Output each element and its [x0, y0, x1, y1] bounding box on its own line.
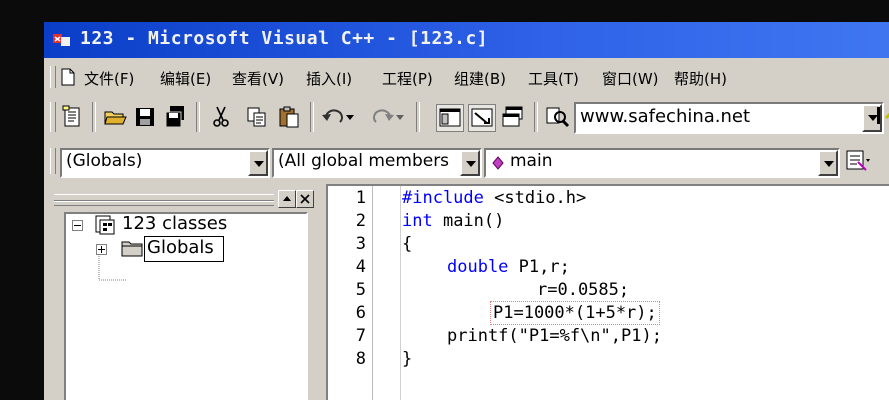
method-icon: [492, 156, 504, 170]
menu-bar: 文件(F) 编辑(E) 查看(V) 插入(I) 工程(P) 组建(B) 工具(T…: [44, 62, 889, 92]
close-icon: [300, 194, 310, 204]
filter-combo-dropdown-button[interactable]: [460, 150, 480, 176]
line-number: 4: [355, 257, 366, 277]
workspace-panel: 123 classes Globals: [52, 188, 314, 400]
selection-margin-divider: [400, 186, 401, 400]
workspace-window-icon[interactable]: [436, 104, 464, 132]
filter-combo[interactable]: (All global members: [272, 148, 482, 178]
code-line-8: }: [402, 349, 413, 369]
menu-project[interactable]: 工程(P): [382, 68, 433, 89]
code-line-5: r=0.0585;: [537, 280, 630, 300]
code-line-1: #include <stdio.h>: [402, 188, 587, 208]
window-list-icon[interactable]: [500, 104, 526, 130]
code-line-7: printf("P1=%f\n",P1);: [447, 326, 662, 346]
menu-tools[interactable]: 工具(T): [528, 68, 579, 89]
redo-icon[interactable]: [370, 104, 406, 130]
member-combo-dropdown-button[interactable]: [818, 150, 838, 176]
menu-view[interactable]: 查看(V): [232, 68, 284, 89]
document-icon[interactable]: [60, 68, 76, 86]
line-number: 3: [355, 234, 366, 254]
menu-help[interactable]: 帮助(H): [674, 68, 727, 89]
find-icon[interactable]: [874, 104, 889, 130]
toolbar-separator: [416, 102, 420, 132]
line-number: 1: [355, 188, 366, 208]
standard-toolbar: www.safechina.net: [44, 98, 889, 136]
project-classes-icon: [95, 215, 115, 235]
panel-maximize-button[interactable]: [278, 190, 296, 208]
line-number-gutter: 1 2 3 4 5 6 7 8: [328, 186, 373, 400]
output-window-icon[interactable]: [468, 104, 496, 132]
menubar-grip[interactable]: [50, 66, 56, 88]
folder-icon: [121, 241, 143, 257]
vc-app-icon: [53, 34, 70, 46]
paste-icon[interactable]: [276, 104, 302, 130]
filter-combo-value: (All global members: [278, 151, 450, 171]
title-bar[interactable]: 123 - Microsoft Visual C++ - [123.c]: [44, 22, 889, 58]
class-combo[interactable]: (Globals): [60, 148, 270, 178]
menu-window[interactable]: 窗口(W): [602, 68, 659, 89]
panel-grip[interactable]: [54, 194, 274, 201]
code-editor[interactable]: 1 2 3 4 5 6 7 8 #include <stdio.h> int m…: [326, 184, 889, 400]
find-combo-value: www.safechina.net: [580, 106, 751, 127]
workspace-icon[interactable]: [60, 104, 86, 130]
toolbar-separator: [92, 102, 96, 132]
code-line-6-selected[interactable]: P1=1000*(1+5*r);: [490, 301, 660, 325]
code-line-2: int main(): [402, 211, 505, 231]
line-number: 5: [355, 280, 366, 300]
find-in-files-icon[interactable]: [544, 104, 570, 130]
line-number: 7: [355, 326, 366, 346]
menu-build[interactable]: 组建(B): [454, 68, 506, 89]
open-folder-icon[interactable]: [102, 104, 128, 130]
wizardbar-grip[interactable]: [50, 148, 56, 174]
save-icon[interactable]: [132, 104, 158, 130]
toolbar-grip[interactable]: [50, 102, 56, 132]
class-view-tree: 123 classes Globals: [64, 212, 308, 400]
toolbar-separator: [310, 102, 314, 132]
collapse-toggle[interactable]: [72, 220, 83, 231]
code-line-3: {: [402, 234, 413, 254]
undo-icon[interactable]: [320, 104, 356, 130]
expand-toggle[interactable]: [96, 244, 107, 255]
tree-item-globals-label: Globals: [147, 237, 214, 258]
class-combo-dropdown-button[interactable]: [248, 150, 268, 176]
wizard-bar: (Globals) (All global members main: [44, 144, 889, 178]
copy-icon[interactable]: [244, 104, 270, 130]
save-all-icon[interactable]: [162, 104, 188, 130]
panel-grip[interactable]: [54, 201, 274, 206]
member-combo-value: main: [510, 151, 553, 171]
panel-close-button[interactable]: [296, 190, 314, 208]
line-number: 8: [355, 349, 366, 369]
cut-icon[interactable]: [208, 104, 234, 130]
find-combo[interactable]: www.safechina.net: [574, 102, 884, 134]
tree-item-globals[interactable]: Globals: [144, 236, 224, 262]
member-combo[interactable]: main: [484, 148, 840, 178]
vc6-window: 123 - Microsoft Visual C++ - [123.c] 文件(…: [44, 22, 889, 400]
tree-root-label[interactable]: 123 classes: [122, 213, 227, 234]
toolbar-separator: [196, 102, 200, 132]
window-title: 123 - Microsoft Visual C++ - [123.c]: [80, 28, 489, 49]
code-line-4: double P1,r;: [447, 257, 570, 277]
toolbar-separator: [534, 102, 538, 132]
wizardbar-actions-icon[interactable]: [844, 148, 870, 174]
line-number: 6: [355, 303, 366, 323]
class-combo-value: (Globals): [66, 151, 143, 171]
menu-file[interactable]: 文件(F): [84, 68, 134, 89]
menu-insert[interactable]: 插入(I): [306, 68, 352, 89]
line-number: 2: [355, 211, 366, 231]
menu-edit[interactable]: 编辑(E): [160, 68, 211, 89]
